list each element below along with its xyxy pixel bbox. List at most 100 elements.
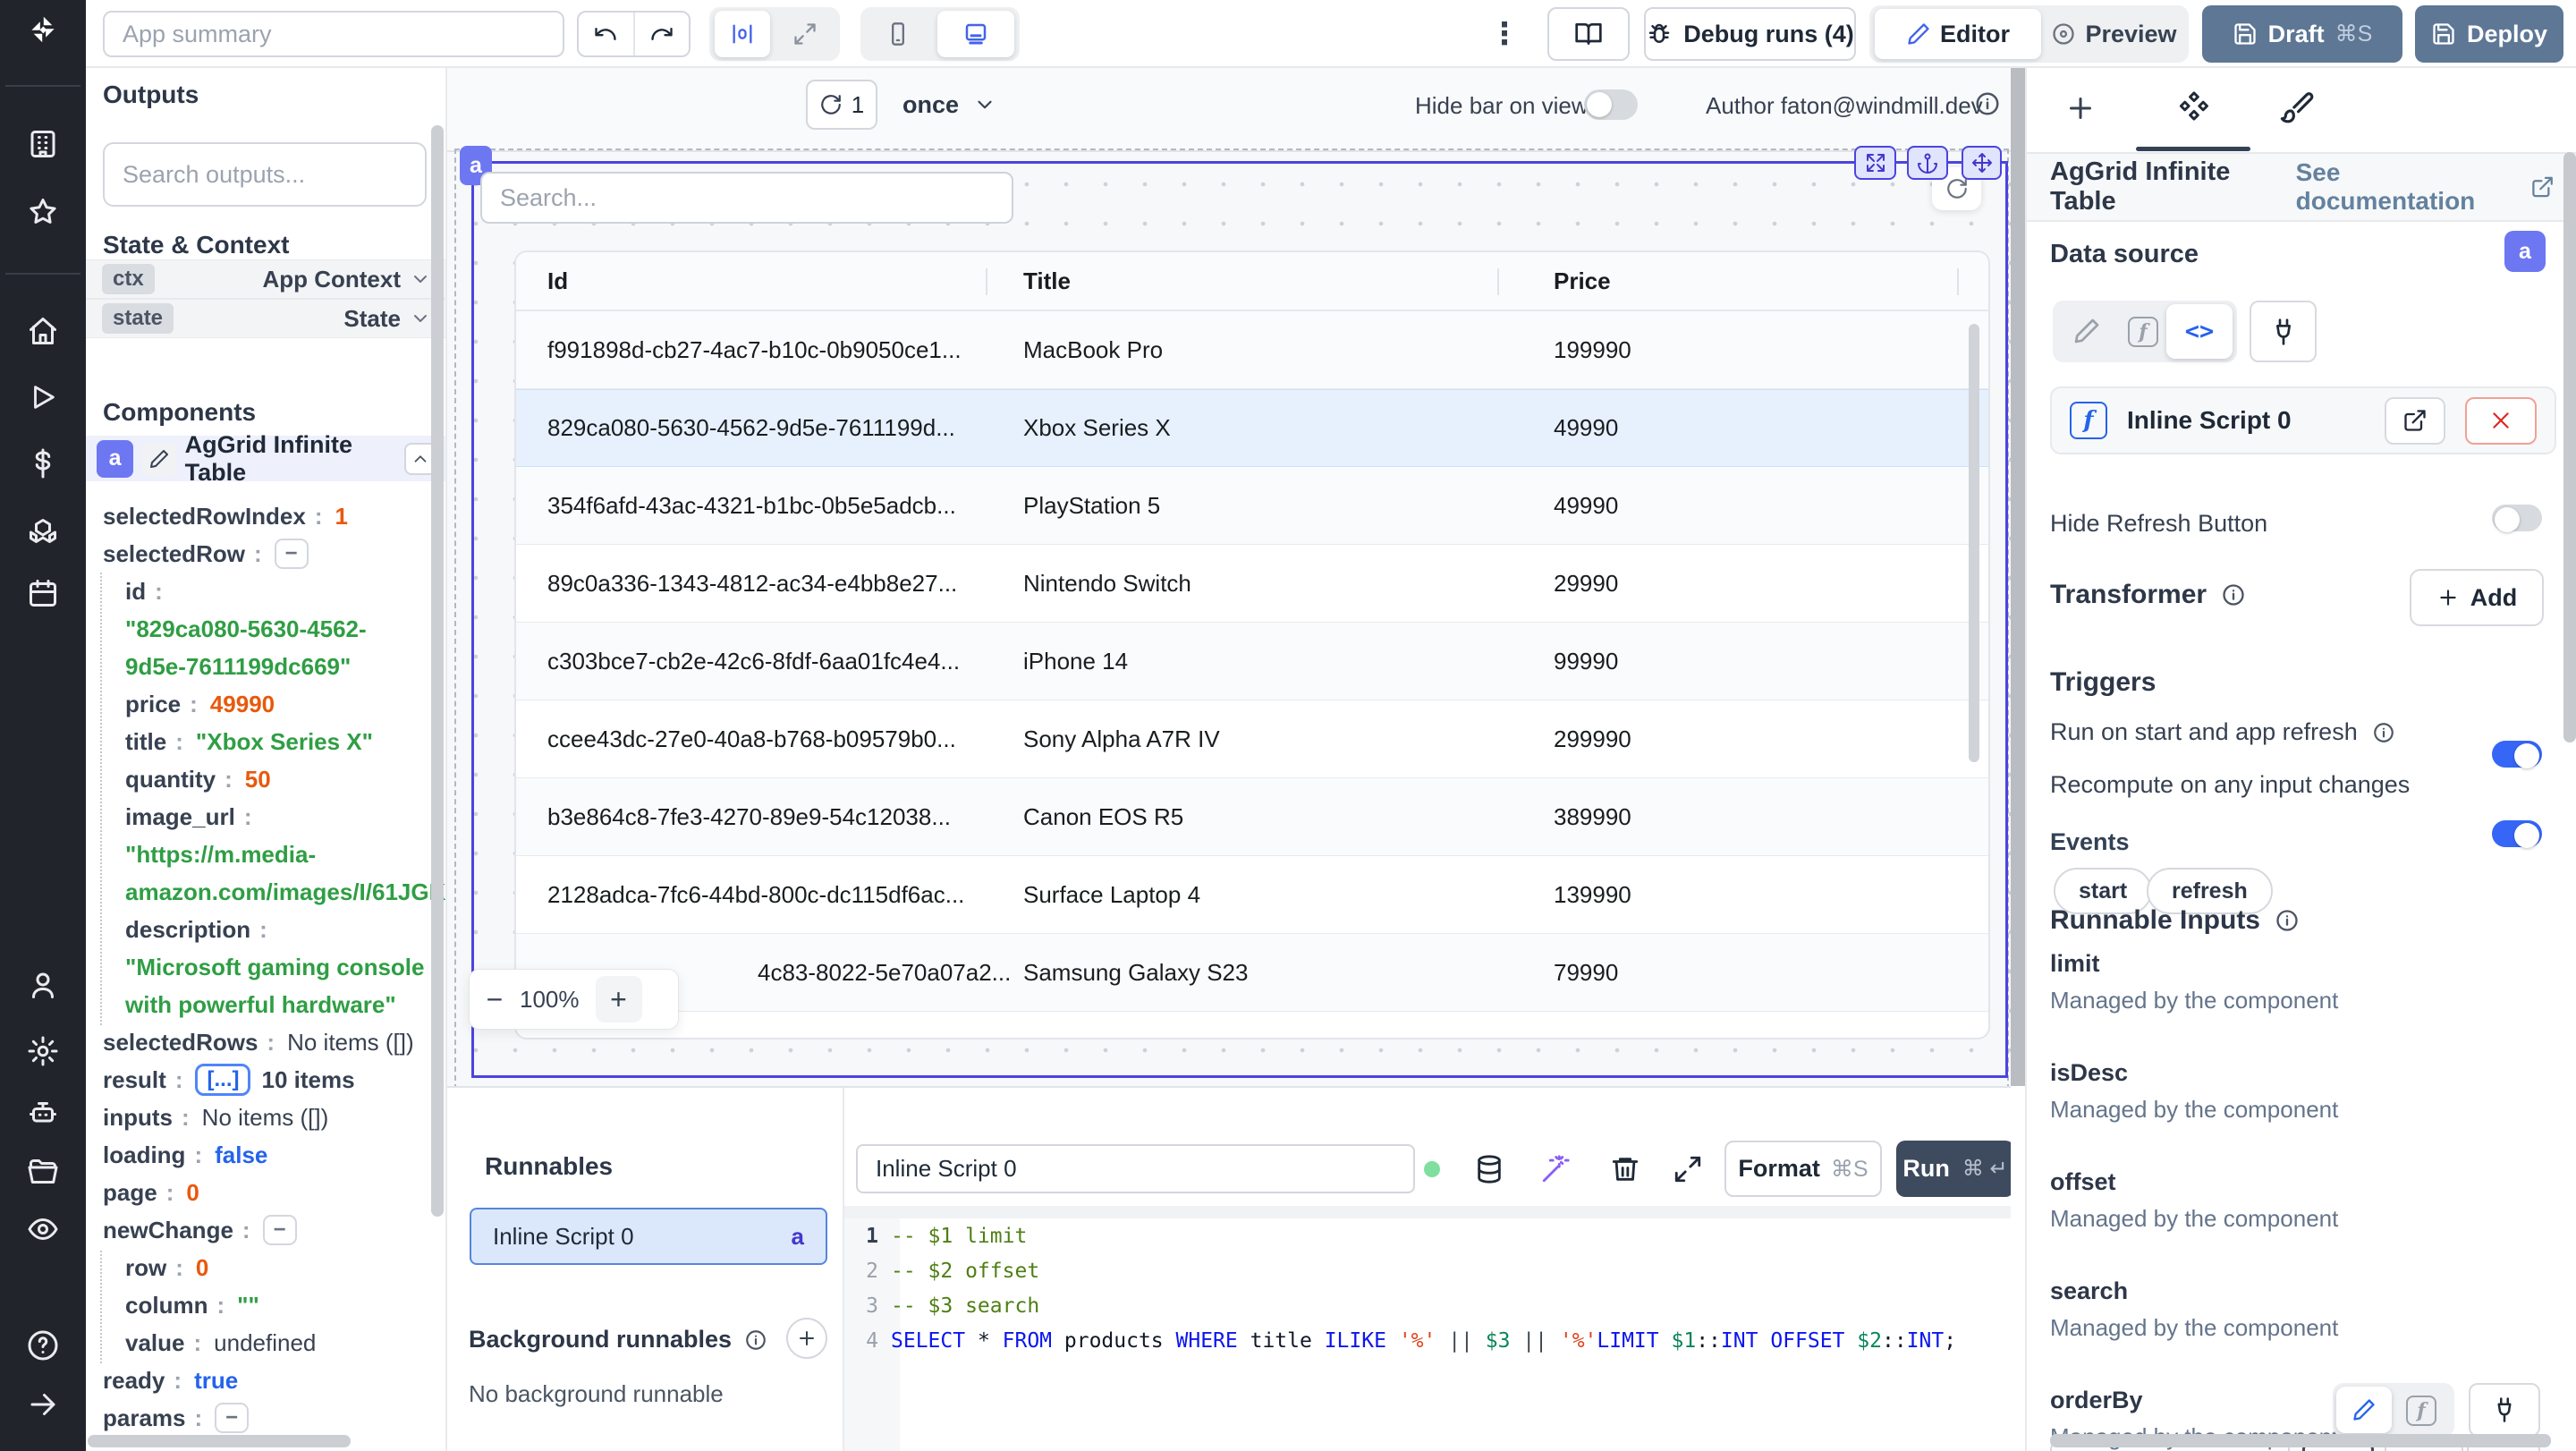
app-summary-input[interactable] <box>103 11 564 57</box>
open-script-external-icon[interactable] <box>2385 396 2445 445</box>
table-row[interactable]: f991898d-cb27-4ac7-b10c-0b9050ce1... Mac… <box>516 311 1988 389</box>
info-icon[interactable] <box>744 1328 767 1352</box>
output-tree-item[interactable]: price:49990 <box>86 685 445 723</box>
info-icon[interactable] <box>2275 908 2300 933</box>
schedules-calendar-icon[interactable] <box>26 576 60 610</box>
static-pencil-icon[interactable] <box>2072 317 2101 345</box>
mobile-view-icon[interactable] <box>866 11 930 57</box>
column-header-title[interactable]: Title <box>1023 267 1554 295</box>
output-tree-item[interactable]: selectedRows: No items ([]) <box>86 1023 445 1061</box>
output-tree-item[interactable]: :"Microsoft gaming console <box>86 948 445 986</box>
info-icon[interactable] <box>2372 721 2395 744</box>
canvas-vertical-scrollbar[interactable] <box>2011 68 2025 1086</box>
ctx-row[interactable]: ctx App Context <box>86 259 445 299</box>
search-outputs-input[interactable] <box>103 142 427 207</box>
output-tree-item[interactable]: description: <box>86 911 445 948</box>
output-tree-item[interactable]: image_url: <box>86 798 445 836</box>
rename-pencil-icon[interactable] <box>142 441 176 476</box>
component-row[interactable]: a AgGrid Infinite Table <box>86 431 445 486</box>
output-tree-item[interactable]: newChange: <box>86 1211 445 1249</box>
settings-vertical-scrollbar[interactable] <box>2563 152 2576 742</box>
chevron-down-icon[interactable] <box>410 308 431 329</box>
workers-robot-icon[interactable] <box>26 1096 60 1130</box>
output-tree-item[interactable]: id: <box>86 573 445 610</box>
component-move-icon[interactable] <box>1962 146 2002 180</box>
connect-plug-icon[interactable] <box>2250 301 2317 362</box>
preview-tab[interactable]: Preview <box>2045 9 2183 59</box>
debug-runs-button[interactable]: Debug runs (4) <box>1644 7 1856 61</box>
chevron-down-icon[interactable] <box>410 268 431 290</box>
output-tree-item[interactable]: title: "Xbox Series X" <box>86 723 445 760</box>
delete-trash-icon[interactable] <box>1610 1154 1640 1184</box>
home-icon[interactable] <box>26 314 60 348</box>
output-tree-item[interactable]: row:0 <box>86 1249 445 1286</box>
editor-tab[interactable]: Editor <box>1875 9 2041 59</box>
output-tree-item[interactable]: :with powerful hardware" <box>86 986 445 1023</box>
windmill-logo-icon[interactable] <box>26 13 60 47</box>
expand-array-button[interactable] <box>195 1064 251 1096</box>
runs-play-icon[interactable] <box>26 380 60 414</box>
deploy-button[interactable]: Deploy <box>2415 5 2563 63</box>
table-search-input[interactable] <box>480 172 1013 224</box>
database-plug-icon[interactable] <box>2469 1383 2540 1437</box>
info-icon[interactable] <box>1974 90 2001 117</box>
favorites-star-icon[interactable] <box>26 195 60 229</box>
remove-script-x-button[interactable] <box>2465 396 2537 445</box>
info-icon[interactable] <box>2221 582 2246 607</box>
script-name-input[interactable] <box>856 1144 1415 1193</box>
table-row[interactable]: 829ca080-5630-4562-9d5e-7611199d... Xbox… <box>516 389 1988 467</box>
resources-cubes-icon[interactable] <box>26 513 60 547</box>
docs-book-button[interactable] <box>1547 7 1630 61</box>
collapse-minus-button[interactable] <box>274 539 309 569</box>
output-tree-item[interactable]: result:10 items <box>86 1061 445 1099</box>
table-row[interactable]: 4c83-8022-5e70a07a2... Samsung Galaxy S2… <box>516 934 1988 1012</box>
hide-refresh-toggle[interactable] <box>2492 505 2542 532</box>
users-person-icon[interactable] <box>26 968 60 1002</box>
output-tree-item[interactable]: :"https://m.media- <box>86 836 445 873</box>
expand-layout-icon[interactable] <box>777 11 833 57</box>
output-tree-item[interactable]: selectedRowIndex:1 <box>86 497 445 535</box>
table-row[interactable]: 354f6afd-43ac-4321-b1bc-0b5e5adcb... Pla… <box>516 467 1988 545</box>
table-row[interactable]: b3e864c8-7fe3-4270-89e9-54c12038... Cano… <box>516 778 1988 856</box>
output-tree-item[interactable]: quantity:50 <box>86 760 445 798</box>
database-icon[interactable] <box>1474 1154 1504 1184</box>
eval-code-button[interactable]: <> <box>2166 304 2233 359</box>
recompute-toggle[interactable] <box>2492 820 2542 848</box>
settings-gear-icon[interactable] <box>26 1034 60 1068</box>
collapse-minus-button[interactable] <box>262 1215 297 1245</box>
zoom-out-button[interactable]: − <box>470 983 520 1016</box>
refresh-mode-dropdown[interactable]: once <box>902 86 996 123</box>
output-tree-item[interactable]: inputs: No items ([]) <box>86 1099 445 1136</box>
add-transformer-button[interactable]: Add <box>2410 569 2544 626</box>
output-tree-item[interactable]: value: undefined <box>86 1324 445 1362</box>
run-button[interactable]: Run ⌘ ↵ <box>1896 1141 2011 1197</box>
format-button[interactable]: Format ⌘S <box>1724 1141 1882 1197</box>
audit-eye-icon[interactable] <box>26 1212 60 1246</box>
table-row[interactable]: 2128adca-7fc6-44bd-800c-dc115df6ac... Su… <box>516 856 1988 934</box>
help-icon[interactable] <box>26 1328 60 1362</box>
output-tree-item[interactable]: params: <box>86 1399 445 1437</box>
see-documentation-link[interactable]: See documentation <box>2296 158 2555 216</box>
run-on-start-toggle[interactable] <box>2492 741 2542 768</box>
expand-sidebar-arrow-icon[interactable] <box>26 1387 60 1421</box>
column-header-id[interactable]: Id <box>516 267 1023 295</box>
table-row[interactable]: 89c0a336-1343-4812-ac34-e4bb8e27... Nint… <box>516 545 1988 623</box>
component-expand-icon[interactable] <box>1854 146 1896 180</box>
workspace-building-icon[interactable] <box>26 127 60 161</box>
add-background-runnable-button[interactable] <box>786 1318 827 1359</box>
redo-icon[interactable] <box>635 13 690 55</box>
code-lines[interactable]: 1 -- $1 limit 2 -- $2 offset 3 -- $3 search 4 S… <box>844 1218 2011 1358</box>
table-vertical-scrollbar[interactable] <box>1969 324 1979 762</box>
settings-horizontal-scrollbar[interactable] <box>2050 1434 2551 1447</box>
column-header-price[interactable]: Price <box>1554 267 1988 295</box>
hide-bar-toggle[interactable] <box>1584 89 1638 120</box>
output-tree-item[interactable]: page:0 <box>86 1174 445 1211</box>
output-tree-item[interactable]: :9d5e-7611199dc669" <box>86 648 445 685</box>
column-separator[interactable] <box>1957 268 1959 295</box>
column-separator[interactable] <box>986 268 987 295</box>
output-tree-item[interactable]: loading: false <box>86 1136 445 1174</box>
styling-brush-icon[interactable] <box>2280 90 2314 124</box>
variables-dollar-icon[interactable] <box>26 446 60 480</box>
database-f-icon[interactable]: f <box>2406 1396 2436 1426</box>
app-refresh-button[interactable]: 1 <box>806 80 877 130</box>
